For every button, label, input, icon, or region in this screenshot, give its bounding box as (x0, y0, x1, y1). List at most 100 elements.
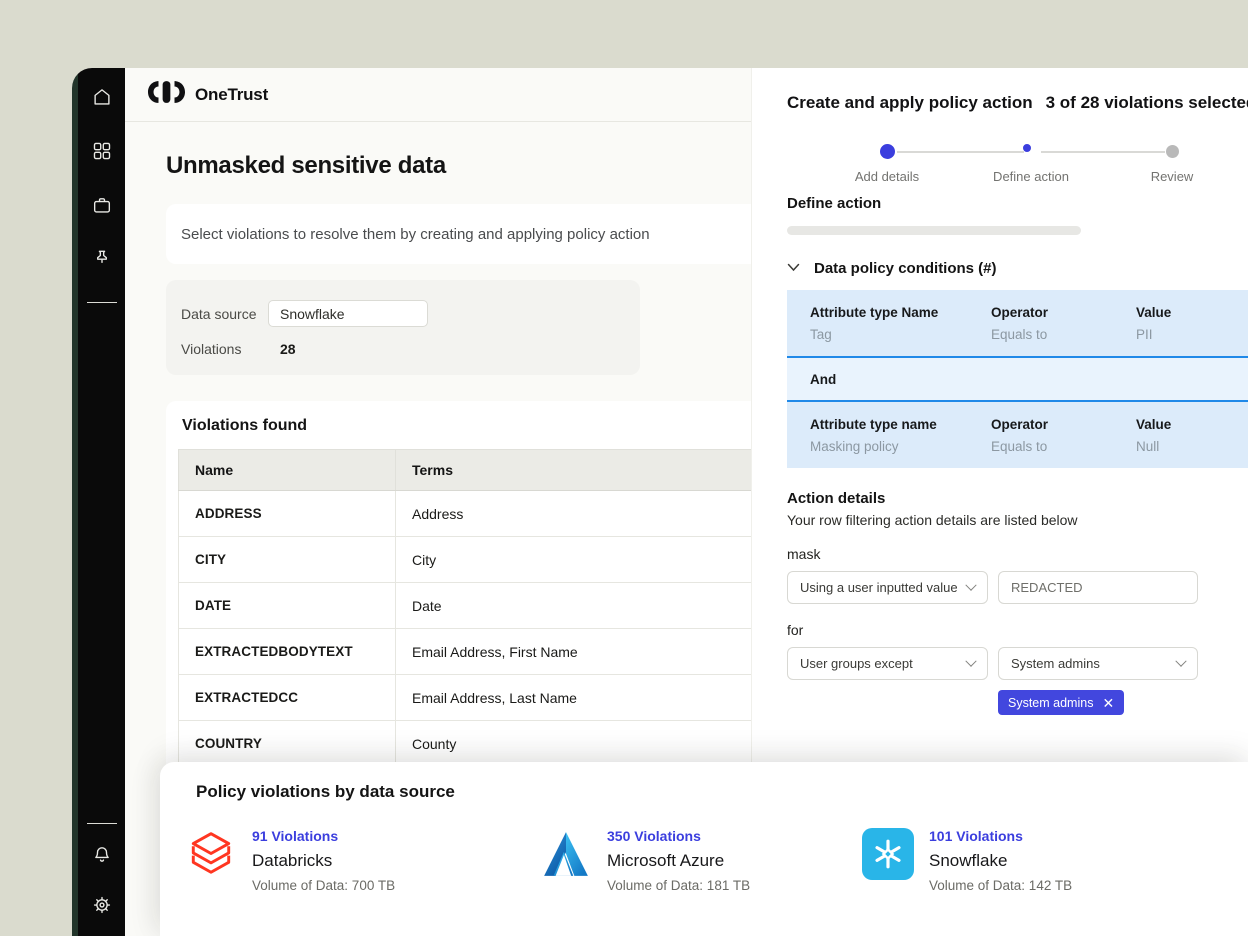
violations-link[interactable]: 101 Violations (929, 828, 1072, 844)
for-value-select[interactable]: System admins (998, 647, 1198, 680)
step-connector (1041, 151, 1165, 153)
for-method-select[interactable]: User groups except (787, 647, 988, 680)
mask-field-row: Using a user inputted value REDACTED (787, 571, 1248, 604)
policy-violations-title: Policy violations by data source (196, 782, 1248, 802)
condition-attr-value: Masking policy (810, 439, 991, 454)
condition-connector: And (787, 356, 1248, 402)
briefcase-icon (91, 194, 113, 216)
table-row: COUNTRY County (179, 721, 752, 767)
panel-title-row: Create and apply policy action 3 of 28 v… (787, 93, 1248, 113)
violations-found-card: Violations found Name Terms ADDRESS Addr… (166, 401, 751, 821)
mask-method-select[interactable]: Using a user inputted value (787, 571, 988, 604)
step-dot-add-details[interactable] (880, 144, 895, 159)
snowflake-icon (862, 828, 914, 880)
step-label-add-details: Add details (855, 169, 919, 184)
condition-operator-label: Operator (991, 305, 1136, 320)
condition-value-label: Value (1136, 305, 1248, 320)
data-source-card-azure[interactable]: 350 Violations Microsoft Azure Volume of… (540, 828, 862, 893)
violation-terms: County (396, 721, 752, 767)
stepper: Add details Define action Review (787, 129, 1248, 191)
data-source-input[interactable]: Snowflake (268, 300, 428, 327)
chevron-down-icon (965, 579, 976, 590)
table-row: CITY City (179, 537, 752, 583)
page-title: Unmasked sensitive data (166, 152, 751, 180)
top-bar: OneTrust (125, 68, 751, 122)
pushpin-icon (91, 248, 113, 270)
action-details-subtitle: Your row filtering action details are li… (787, 512, 1248, 528)
condition-row: Attribute type Name Tag Operator Equals … (787, 290, 1248, 356)
data-source-row: Data source Snowflake (181, 300, 625, 327)
azure-icon (540, 828, 592, 880)
table-row: DATE Date (179, 583, 752, 629)
violation-name-link[interactable]: ADDRESS (179, 491, 396, 537)
violation-name-link[interactable]: COUNTRY (179, 721, 396, 767)
violation-name-link[interactable]: EXTRACTEDCC (179, 675, 396, 721)
brand: OneTrust (148, 81, 268, 108)
step-dot-review[interactable] (1166, 145, 1179, 158)
violation-terms: Date (396, 583, 752, 629)
condition-attr-label: Attribute type name (810, 417, 991, 432)
condition-value-value: Null (1136, 439, 1248, 454)
selected-group-chip: System admins ✕ (998, 690, 1124, 715)
violation-terms: City (396, 537, 752, 583)
bell-icon (91, 844, 113, 866)
violations-link[interactable]: 91 Violations (252, 828, 395, 844)
violation-terms: Email Address, First Name (396, 629, 752, 675)
summary-box: Data source Snowflake Violations 28 (166, 280, 640, 375)
mask-value-input[interactable]: REDACTED (998, 571, 1198, 604)
data-source-name: Databricks (252, 851, 395, 871)
sidebar-item-settings[interactable] (89, 892, 115, 918)
instruction-banner: Select violations to resolve them by cre… (166, 204, 751, 264)
column-header-name[interactable]: Name (179, 450, 396, 491)
violation-name-link[interactable]: CITY (179, 537, 396, 583)
sidebar-item-apps[interactable] (89, 138, 115, 164)
data-source-volume: Volume of Data: 700 TB (252, 878, 395, 893)
home-icon (91, 86, 113, 108)
onetrust-logo-icon (148, 81, 185, 108)
data-source-name: Snowflake (929, 851, 1072, 871)
chevron-down-icon (1175, 655, 1186, 666)
sidebar-item-notifications[interactable] (89, 842, 115, 868)
condition-value-value: PII (1136, 327, 1248, 342)
condition-operator-label: Operator (991, 417, 1136, 432)
table-row: ADDRESS Address (179, 491, 752, 537)
for-value-value: System admins (1011, 656, 1100, 671)
data-source-volume: Volume of Data: 181 TB (607, 878, 750, 893)
sidebar-item-workspace[interactable] (89, 192, 115, 218)
data-source-label: Data source (181, 306, 268, 322)
chip-row: System admins ✕ (787, 690, 1248, 715)
policy-violations-card: Policy violations by data source 91 Viol… (160, 762, 1248, 936)
conditions-collapse-header[interactable]: Data policy conditions (#) (787, 259, 1248, 277)
condition-operator-value: Equals to (991, 439, 1136, 454)
remove-chip-icon[interactable]: ✕ (1102, 696, 1114, 710)
for-method-value: User groups except (800, 656, 913, 671)
selection-status: 3 of 28 violations selected (1046, 93, 1248, 113)
for-field-row: User groups except System admins (787, 647, 1248, 680)
table-row: EXTRACTEDBODYTEXT Email Address, First N… (179, 629, 752, 675)
action-details-title: Action details (787, 490, 1248, 507)
sidebar-item-pinned[interactable] (89, 246, 115, 272)
for-label: for (787, 622, 1248, 638)
violations-found-title: Violations found (178, 417, 751, 435)
step-dot-define-action[interactable] (1023, 144, 1031, 152)
conditions-title: Data policy conditions (#) (814, 260, 997, 277)
gear-icon (91, 894, 113, 916)
data-source-card-databricks[interactable]: 91 Violations Databricks Volume of Data:… (185, 828, 540, 893)
sidebar-item-home[interactable] (89, 84, 115, 110)
data-source-name: Microsoft Azure (607, 851, 750, 871)
conditions-block: Attribute type Name Tag Operator Equals … (787, 290, 1248, 468)
column-header-terms[interactable]: Terms (396, 450, 752, 491)
step-connector (897, 151, 1024, 153)
data-source-volume: Volume of Data: 142 TB (929, 878, 1072, 893)
violation-name-link[interactable]: DATE (179, 583, 396, 629)
chip-label: System admins (1008, 696, 1093, 710)
table-row: EXTRACTEDCC Email Address, Last Name (179, 675, 752, 721)
sidebar-divider-top (87, 302, 117, 303)
violations-table: Name Terms ADDRESS Address CITY City (178, 449, 751, 767)
data-source-card-snowflake[interactable]: 101 Violations Snowflake Volume of Data:… (862, 828, 1248, 893)
violations-count: 28 (268, 341, 296, 357)
sidebar-divider-bottom (87, 823, 117, 824)
violation-name-link[interactable]: EXTRACTEDBODYTEXT (179, 629, 396, 675)
condition-row: Attribute type name Masking policy Opera… (787, 402, 1248, 468)
violations-link[interactable]: 350 Violations (607, 828, 750, 844)
